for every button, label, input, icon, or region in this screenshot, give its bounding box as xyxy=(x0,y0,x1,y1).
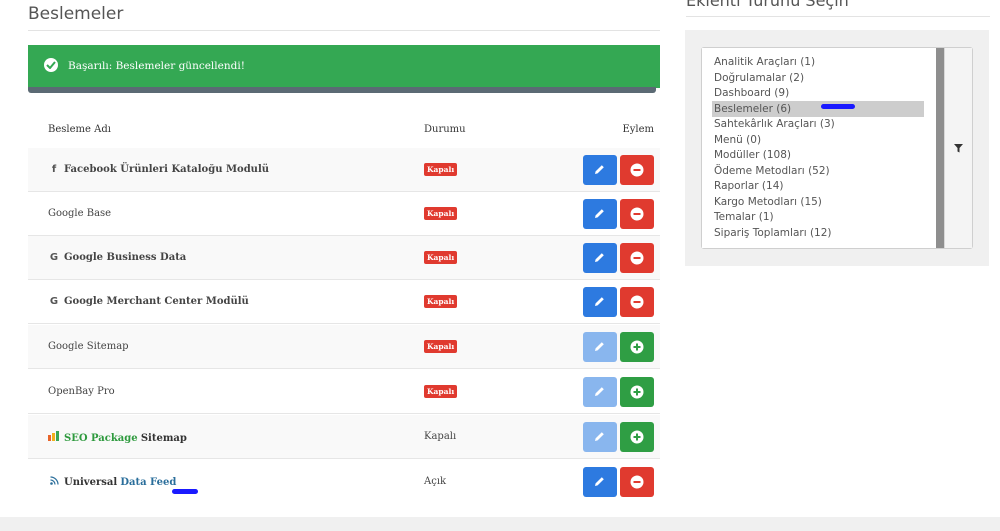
status-badge: Kapalı xyxy=(424,385,458,398)
minus-circle-icon xyxy=(630,163,644,177)
table-row: SEO Package Sitemap Kapalı xyxy=(28,415,660,459)
minus-circle-icon xyxy=(630,251,644,265)
plus-circle-icon xyxy=(630,340,644,354)
edit-button[interactable] xyxy=(583,332,617,362)
table-header: Besleme Adı Durumu Eylem xyxy=(28,120,660,150)
uninstall-button[interactable] xyxy=(620,155,654,185)
plus-circle-icon xyxy=(630,385,644,399)
pencil-icon xyxy=(595,209,604,218)
feed-name: G Google Merchant Center Modülü xyxy=(49,296,249,307)
pencil-icon xyxy=(595,387,604,396)
uninstall-button[interactable] xyxy=(620,287,654,317)
success-alert: Başarılı: Beslemeler güncellendi! xyxy=(28,45,660,88)
feed-name: Universal Data Feed xyxy=(48,476,176,488)
column-header-status: Durumu xyxy=(424,124,466,135)
edit-button[interactable] xyxy=(583,199,617,229)
status-badge: Kapalı xyxy=(424,163,458,176)
install-button[interactable] xyxy=(620,377,654,407)
uninstall-button[interactable] xyxy=(620,243,654,273)
option-totals[interactable]: Sipariş Toplamları (12) xyxy=(714,227,832,239)
page-title: Beslemeler xyxy=(28,4,124,24)
status-text: Kapalı xyxy=(424,431,457,442)
option-fraud[interactable]: Sahtekârlık Araçları (3) xyxy=(714,118,835,130)
annotation-underline xyxy=(821,104,855,109)
google-icon: G xyxy=(49,296,59,307)
check-circle-icon xyxy=(44,58,58,72)
edit-button[interactable] xyxy=(583,243,617,273)
install-button[interactable] xyxy=(620,422,654,452)
pencil-icon xyxy=(595,253,604,262)
uninstall-button[interactable] xyxy=(620,199,654,229)
pencil-icon xyxy=(595,432,604,441)
edit-button[interactable] xyxy=(583,377,617,407)
column-header-name: Besleme Adı xyxy=(48,124,111,135)
option-menu[interactable]: Menü (0) xyxy=(714,134,761,146)
status-badge: Kapalı xyxy=(424,207,458,220)
status-badge: Kapalı xyxy=(424,251,458,264)
title-divider xyxy=(28,30,660,31)
feed-name: Google Sitemap xyxy=(48,341,129,352)
feed-name: G Google Business Data xyxy=(49,252,187,263)
option-dashboard[interactable]: Dashboard (9) xyxy=(714,87,789,99)
status-text: Açık xyxy=(424,476,447,487)
filter-panel: Analitik Araçları (1) Doğrulamalar (2) D… xyxy=(685,30,989,266)
rss-icon xyxy=(48,476,60,488)
feed-name: f Facebook Ürünleri Kataloğu Modulü xyxy=(48,164,269,175)
feed-name: SEO Package Sitemap xyxy=(48,431,187,444)
option-analytics[interactable]: Analitik Araçları (1) xyxy=(714,56,815,68)
filter-title-divider xyxy=(686,16,990,17)
edit-button[interactable] xyxy=(583,155,617,185)
alert-message: Başarılı: Beslemeler güncellendi! xyxy=(68,60,245,72)
pencil-icon xyxy=(595,165,604,174)
option-captcha[interactable]: Doğrulamalar (2) xyxy=(714,72,804,84)
alert-scroll-edge xyxy=(28,87,656,93)
uninstall-button[interactable] xyxy=(620,467,654,497)
option-feeds[interactable]: Beslemeler (6) xyxy=(714,103,791,115)
minus-circle-icon xyxy=(630,207,644,221)
annotation-underline xyxy=(172,489,198,494)
status-badge: Kapalı xyxy=(424,340,458,353)
option-payments[interactable]: Ödeme Metodları (52) xyxy=(714,165,830,177)
table-row: G Google Business Data Kapalı xyxy=(28,236,660,280)
facebook-icon: f xyxy=(51,164,57,175)
pencil-icon xyxy=(595,342,604,351)
table-row: f Facebook Ürünleri Kataloğu Modulü Kapal… xyxy=(28,148,660,192)
option-reports[interactable]: Raporlar (14) xyxy=(714,180,783,192)
page: Beslemeler Başarılı: Beslemeler güncelle… xyxy=(0,0,1000,517)
option-shipping[interactable]: Kargo Metodları (15) xyxy=(714,196,822,208)
status-badge: Kapalı xyxy=(424,295,458,308)
table-row: Google Sitemap Kapalı xyxy=(28,325,660,369)
edit-button[interactable] xyxy=(583,287,617,317)
listbox-scrollbar[interactable] xyxy=(936,48,944,248)
option-modules[interactable]: Modüller (108) xyxy=(714,149,791,161)
table-row: Universal Data Feed Açık xyxy=(28,460,660,504)
minus-circle-icon xyxy=(630,475,644,489)
feed-name: Google Base xyxy=(48,208,112,219)
table-row: G Google Merchant Center Modülü Kapalı xyxy=(28,280,660,324)
feed-name: OpenBay Pro xyxy=(48,386,115,397)
table-row: Google Base Kapalı xyxy=(28,192,660,236)
filter-panel-title: Eklenti Türünü Seçin xyxy=(686,0,849,10)
install-button[interactable] xyxy=(620,332,654,362)
google-icon: G xyxy=(49,252,59,263)
pencil-icon xyxy=(595,477,604,486)
plus-circle-icon xyxy=(630,430,644,444)
table-row: OpenBay Pro Kapalı xyxy=(28,370,660,414)
option-themes[interactable]: Temalar (1) xyxy=(714,211,774,223)
filter-button[interactable] xyxy=(944,48,972,248)
column-header-action: Eylem xyxy=(622,124,654,135)
extension-type-listbox[interactable]: Analitik Araçları (1) Doğrulamalar (2) D… xyxy=(702,48,936,248)
edit-button[interactable] xyxy=(583,422,617,452)
extension-type-filter: Analitik Araçları (1) Doğrulamalar (2) D… xyxy=(701,47,973,249)
filter-icon xyxy=(954,144,963,153)
edit-button[interactable] xyxy=(583,467,617,497)
pencil-icon xyxy=(595,297,604,306)
minus-circle-icon xyxy=(630,295,644,309)
seo-package-logo-icon xyxy=(48,431,60,444)
